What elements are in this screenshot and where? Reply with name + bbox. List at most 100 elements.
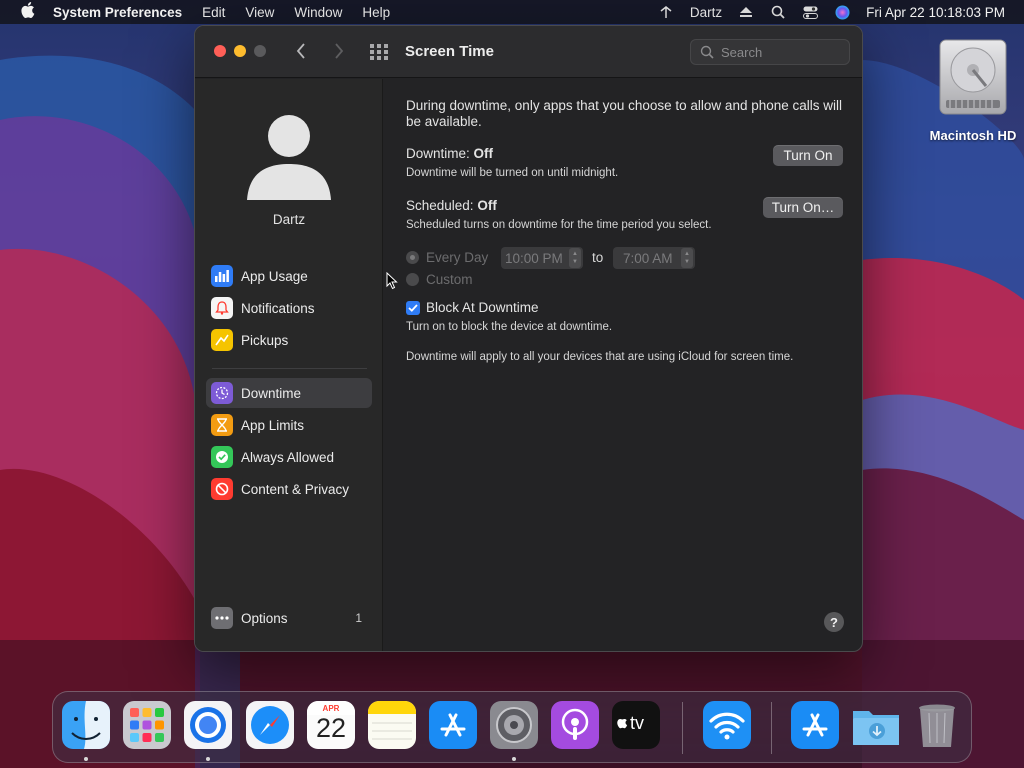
desktop-icon-label: Macintosh HD — [929, 128, 1017, 143]
end-time-field[interactable]: 7:00 AM ▲ ▼ — [613, 247, 695, 269]
sidebar-item-label: Always Allowed — [241, 449, 335, 465]
scheduled-label: Scheduled: — [406, 198, 474, 213]
block-at-downtime-label: Block At Downtime — [426, 300, 539, 315]
start-time-value: 10:00 PM — [505, 250, 563, 266]
user-avatar-icon[interactable] — [245, 114, 333, 204]
tv-label: tv — [630, 713, 645, 733]
sidebar-item-pickups[interactable]: Pickups — [206, 325, 372, 355]
spotlight-search-icon[interactable] — [770, 4, 786, 20]
siri-icon[interactable] — [834, 4, 850, 20]
search-field[interactable] — [690, 39, 850, 65]
downtime-description: Downtime will be turned on until midnigh… — [406, 167, 619, 179]
ellipsis-icon — [211, 607, 233, 629]
sidebar-divider — [212, 368, 367, 369]
sidebar-item-notifications[interactable]: Notifications — [206, 293, 372, 323]
menu-clock[interactable]: Fri Apr 22 10:18:03 PM — [866, 5, 1005, 20]
forward-arrow-icon[interactable] — [329, 40, 349, 62]
podcasts-icon[interactable] — [551, 701, 599, 749]
help-button[interactable]: ? — [824, 612, 844, 632]
menu-view[interactable]: View — [245, 5, 274, 20]
menu-user-name[interactable]: Dartz — [690, 5, 722, 20]
start-time-stepper-icon[interactable]: ▲ ▼ — [569, 248, 581, 268]
hourglass-icon — [211, 414, 233, 436]
pickups-icon — [211, 329, 233, 351]
bar-chart-icon — [211, 265, 233, 287]
sidebar-item-options[interactable]: Options 1 — [206, 603, 372, 633]
calendar-icon[interactable]: APR 22 — [307, 701, 355, 749]
downtime-status: Downtime: Off — [406, 146, 493, 161]
back-arrow-icon[interactable] — [291, 40, 311, 62]
scheduled-status: Scheduled: Off — [406, 198, 497, 213]
sidebar-item-label: Options — [241, 610, 288, 626]
mouse-pointer-icon — [386, 271, 398, 290]
dock-divider — [682, 702, 683, 754]
chrome-icon[interactable] — [184, 701, 232, 749]
icloud-note: Downtime will apply to all your devices … — [406, 351, 794, 363]
safari-icon[interactable] — [246, 701, 294, 749]
zoom-window-button[interactable] — [254, 45, 266, 57]
sidebar-item-label: App Usage — [241, 268, 308, 284]
running-indicator — [512, 757, 516, 761]
menu-app-name[interactable]: System Preferences — [53, 5, 182, 20]
menu-edit[interactable]: Edit — [202, 5, 225, 20]
scheduled-state: Off — [477, 198, 497, 213]
minimize-window-button[interactable] — [234, 45, 246, 57]
control-center-icon[interactable] — [802, 4, 818, 20]
app-store-icon[interactable] — [429, 701, 477, 749]
search-input[interactable] — [721, 44, 841, 60]
finder-icon[interactable] — [62, 701, 110, 749]
no-entry-icon — [211, 478, 233, 500]
close-window-button[interactable] — [214, 45, 226, 57]
start-time-field[interactable]: 10:00 PM ▲ ▼ — [501, 247, 583, 269]
window-title: Screen Time — [405, 43, 494, 60]
show-all-grid-icon[interactable] — [370, 44, 388, 60]
sidebar-item-app-usage[interactable]: App Usage — [206, 261, 372, 291]
custom-radio[interactable] — [406, 273, 419, 286]
eject-icon[interactable] — [738, 4, 754, 20]
sidebar-item-label: Downtime — [241, 385, 302, 401]
user-name: Dartz — [272, 212, 306, 227]
notes-icon[interactable] — [368, 701, 416, 749]
hard-drive-icon — [936, 38, 1010, 118]
app-store-stack-icon[interactable] — [791, 701, 839, 749]
downtime-state: Off — [473, 146, 494, 161]
turn-on-scheduled-button[interactable]: Turn On… — [763, 197, 843, 218]
launchpad-icon[interactable] — [123, 701, 171, 749]
options-count-badge: 1 — [355, 611, 362, 625]
downloads-folder-icon[interactable] — [851, 701, 899, 749]
system-preferences-icon[interactable] — [490, 701, 538, 749]
desktop-icon-macintosh-hd[interactable]: Macintosh HD — [925, 38, 1021, 143]
to-label: to — [592, 250, 604, 265]
sidebar: Dartz App Usage Notifications Pickups Do… — [195, 79, 383, 651]
trash-icon[interactable] — [913, 701, 961, 749]
menu-bar: System Preferences Edit View Window Help… — [0, 0, 1024, 24]
window-toolbar: Screen Time — [195, 26, 862, 78]
apple-tv-icon[interactable]: tv — [612, 701, 660, 749]
sidebar-item-label: App Limits — [241, 417, 305, 433]
sidebar-item-always-allowed[interactable]: Always Allowed — [206, 442, 372, 472]
block-at-downtime-description: Turn on to block the device at downtime. — [406, 321, 613, 333]
sidebar-item-downtime[interactable]: Downtime — [206, 378, 372, 408]
dock-divider — [771, 702, 772, 754]
menu-help[interactable]: Help — [362, 5, 390, 20]
menu-window[interactable]: Window — [294, 5, 342, 20]
bell-icon — [211, 297, 233, 319]
sidebar-item-content-privacy[interactable]: Content & Privacy — [206, 474, 372, 504]
network-status-icon[interactable] — [658, 4, 674, 20]
downtime-label: Downtime: — [406, 146, 470, 161]
end-time-value: 7:00 AM — [623, 250, 673, 266]
calendar-month: APR — [322, 704, 340, 713]
apple-menu-icon[interactable] — [17, 2, 39, 22]
every-day-radio[interactable] — [406, 251, 419, 264]
running-indicator — [84, 757, 88, 761]
sidebar-item-app-limits[interactable]: App Limits — [206, 410, 372, 440]
end-time-stepper-icon[interactable]: ▲ ▼ — [681, 248, 693, 268]
wifi-app-icon[interactable] — [703, 701, 751, 749]
search-icon — [700, 45, 714, 59]
checkmark-icon — [408, 304, 418, 312]
block-at-downtime-checkbox[interactable] — [406, 301, 420, 315]
downtime-icon — [211, 382, 233, 404]
every-day-label: Every Day — [426, 250, 489, 265]
turn-on-button[interactable]: Turn On — [773, 145, 843, 166]
sidebar-item-label: Content & Privacy — [241, 481, 350, 497]
